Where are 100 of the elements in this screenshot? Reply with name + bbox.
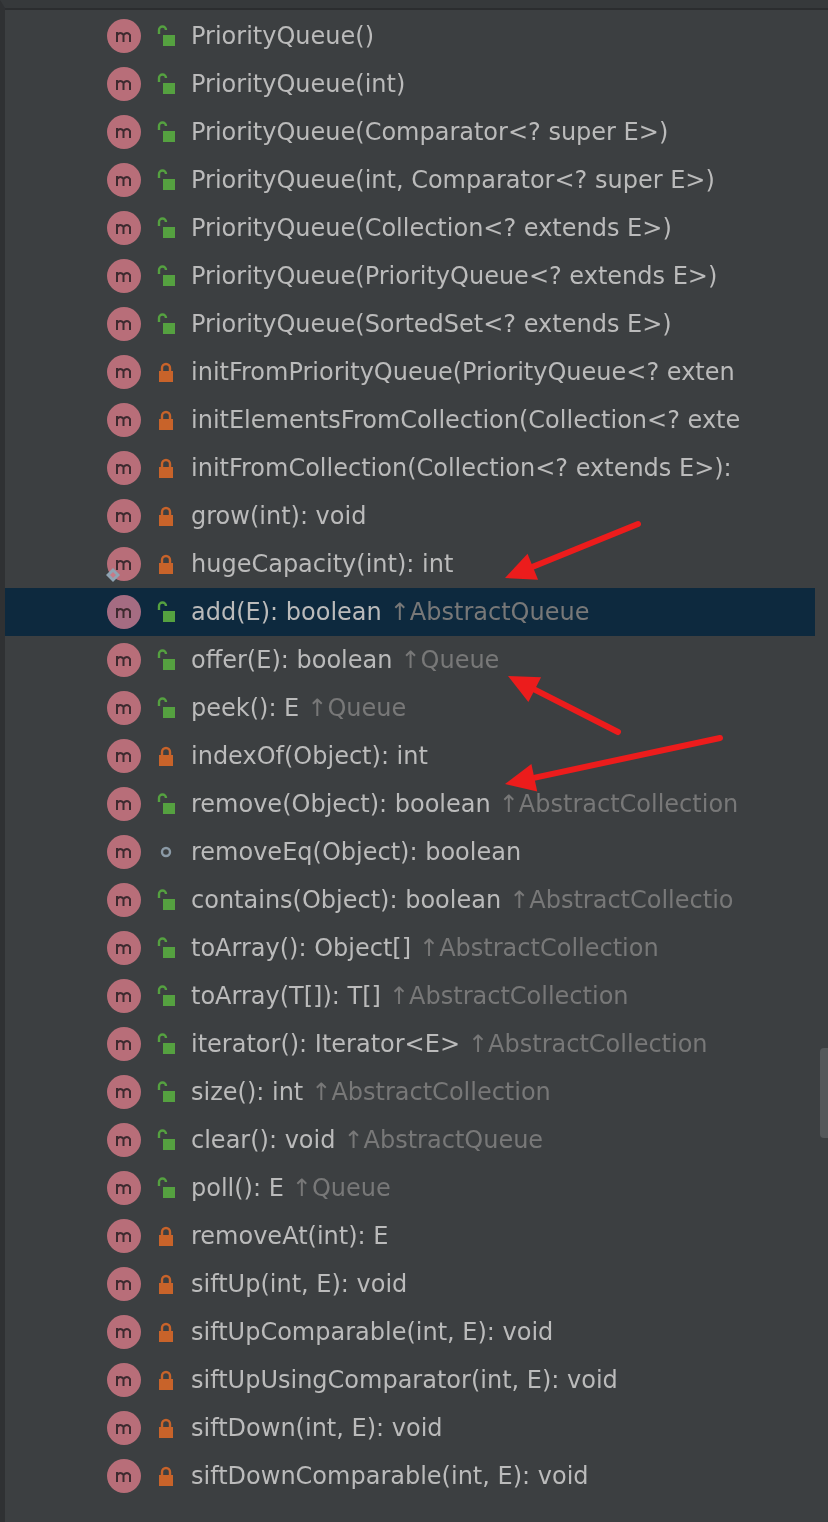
inherited-from: ↑AbstractCollection bbox=[311, 1078, 551, 1106]
member-row[interactable]: offer(E): boolean ↑Queue bbox=[5, 636, 815, 684]
member-row[interactable]: PriorityQueue(PriorityQueue<? extends E>) bbox=[5, 252, 815, 300]
method-signature: initFromPriorityQueue(PriorityQueue<? exten bbox=[191, 358, 735, 386]
inherited-from: ↑Queue bbox=[307, 694, 407, 722]
inherited-from: ↑AbstractQueue bbox=[343, 1126, 544, 1154]
method-icon bbox=[107, 1075, 141, 1109]
method-icon bbox=[107, 1123, 141, 1157]
member-row[interactable]: contains(Object): boolean ↑AbstractCollectio bbox=[5, 876, 815, 924]
method-signature: PriorityQueue(int) bbox=[191, 70, 406, 98]
method-signature: contains(Object): boolean bbox=[191, 886, 502, 914]
member-row[interactable]: PriorityQueue(int, Comparator<? super E>) bbox=[5, 156, 815, 204]
method-signature: siftDown(int, E): void bbox=[191, 1414, 443, 1442]
member-row[interactable]: add(E): boolean ↑AbstractQueue bbox=[5, 588, 815, 636]
method-icon bbox=[107, 115, 141, 149]
inherited-from: ↑AbstractCollection bbox=[468, 1030, 708, 1058]
member-row[interactable]: PriorityQueue(SortedSet<? extends E>) bbox=[5, 300, 815, 348]
method-icon bbox=[107, 1411, 141, 1445]
member-row[interactable]: grow(int): void bbox=[5, 492, 815, 540]
method-icon bbox=[107, 403, 141, 437]
method-icon bbox=[107, 67, 141, 101]
member-row[interactable]: siftDownComparable(int, E): void bbox=[5, 1452, 815, 1500]
member-row[interactable]: PriorityQueue() bbox=[5, 12, 815, 60]
inherited-from: ↑AbstractCollection bbox=[388, 982, 629, 1010]
method-signature: initFromCollection(Collection<? extends E>): bbox=[191, 454, 732, 482]
method-icon bbox=[107, 1267, 141, 1301]
method-icon bbox=[107, 19, 141, 53]
method-icon bbox=[107, 163, 141, 197]
method-signature: size(): int bbox=[191, 1078, 304, 1106]
member-row[interactable]: iterator(): Iterator<E> ↑AbstractCollection bbox=[5, 1020, 815, 1068]
method-icon bbox=[107, 739, 141, 773]
method-signature: remove(Object): boolean bbox=[191, 790, 491, 818]
method-icon bbox=[107, 1027, 141, 1061]
method-signature: siftUpComparable(int, E): void bbox=[191, 1318, 554, 1346]
method-signature: indexOf(Object): int bbox=[191, 742, 428, 770]
inherited-from: ↑AbstractCollectio bbox=[509, 886, 734, 914]
member-row[interactable]: removeAt(int): E bbox=[5, 1212, 815, 1260]
scrollbar-thumb[interactable] bbox=[820, 1048, 828, 1138]
method-icon bbox=[107, 1219, 141, 1253]
inherited-from: ↑AbstractCollection bbox=[419, 934, 659, 962]
member-row[interactable]: initElementsFromCollection(Collection<? exte bbox=[5, 396, 815, 444]
member-row[interactable]: indexOf(Object): int bbox=[5, 732, 815, 780]
method-signature: PriorityQueue(int, Comparator<? super E>) bbox=[191, 166, 715, 194]
member-row[interactable]: initFromPriorityQueue(PriorityQueue<? exten bbox=[5, 348, 815, 396]
member-row[interactable]: PriorityQueue(Comparator<? super E>) bbox=[5, 108, 815, 156]
method-icon bbox=[107, 1315, 141, 1349]
member-row[interactable]: PriorityQueue(Collection<? extends E>) bbox=[5, 204, 815, 252]
method-icon bbox=[107, 1171, 141, 1205]
inherited-from: ↑Queue bbox=[291, 1174, 391, 1202]
method-icon bbox=[107, 979, 141, 1013]
member-row[interactable]: clear(): void ↑AbstractQueue bbox=[5, 1116, 815, 1164]
method-icon bbox=[107, 259, 141, 293]
method-icon bbox=[107, 355, 141, 389]
inherited-from: ↑AbstractCollection bbox=[498, 790, 739, 818]
member-row[interactable]: siftUp(int, E): void bbox=[5, 1260, 815, 1308]
method-icon bbox=[107, 451, 141, 485]
method-signature: PriorityQueue(PriorityQueue<? extends E>) bbox=[191, 262, 718, 290]
member-row[interactable]: removeEq(Object): boolean bbox=[5, 828, 815, 876]
method-signature: toArray(T[]): T[] bbox=[191, 982, 381, 1010]
member-row[interactable]: toArray(T[]): T[] ↑AbstractCollection bbox=[5, 972, 815, 1020]
method-icon bbox=[107, 643, 141, 677]
inherited-from: ↑AbstractQueue bbox=[389, 598, 590, 626]
method-signature: iterator(): Iterator<E> bbox=[191, 1030, 460, 1058]
member-row[interactable]: toArray(): Object[] ↑AbstractCollection bbox=[5, 924, 815, 972]
method-signature: removeEq(Object): boolean bbox=[191, 838, 522, 866]
method-signature: add(E): boolean bbox=[191, 598, 382, 626]
method-icon bbox=[107, 547, 141, 581]
member-row[interactable]: peek(): E ↑Queue bbox=[5, 684, 815, 732]
method-signature: toArray(): Object[] bbox=[191, 934, 412, 962]
member-row[interactable]: remove(Object): boolean ↑AbstractCollection bbox=[5, 780, 815, 828]
method-signature: initElementsFromCollection(Collection<? exte bbox=[191, 406, 741, 434]
method-signature: siftDownComparable(int, E): void bbox=[191, 1462, 589, 1490]
method-signature: poll(): E bbox=[191, 1174, 284, 1202]
method-signature: PriorityQueue(Comparator<? super E>) bbox=[191, 118, 669, 146]
method-signature: removeAt(int): E bbox=[191, 1222, 389, 1250]
member-row[interactable]: hugeCapacity(int): int bbox=[5, 540, 815, 588]
method-signature: PriorityQueue() bbox=[191, 22, 374, 50]
method-signature: hugeCapacity(int): int bbox=[191, 550, 454, 578]
member-row[interactable]: PriorityQueue(int) bbox=[5, 60, 815, 108]
member-row[interactable]: siftUpComparable(int, E): void bbox=[5, 1308, 815, 1356]
method-signature: siftUp(int, E): void bbox=[191, 1270, 408, 1298]
method-signature: clear(): void bbox=[191, 1126, 336, 1154]
member-row[interactable]: siftDown(int, E): void bbox=[5, 1404, 815, 1452]
method-signature: peek(): E bbox=[191, 694, 300, 722]
method-icon bbox=[107, 595, 141, 629]
method-icon bbox=[107, 883, 141, 917]
method-icon bbox=[107, 307, 141, 341]
method-icon bbox=[107, 1363, 141, 1397]
method-signature: offer(E): boolean bbox=[191, 646, 393, 674]
member-row[interactable]: size(): int ↑AbstractCollection bbox=[5, 1068, 815, 1116]
method-signature: PriorityQueue(Collection<? extends E>) bbox=[191, 214, 672, 242]
method-icon bbox=[107, 931, 141, 965]
member-row[interactable]: poll(): E ↑Queue bbox=[5, 1164, 815, 1212]
member-row[interactable]: initFromCollection(Collection<? extends E>): bbox=[5, 444, 815, 492]
method-icon bbox=[107, 211, 141, 245]
method-signature: siftUpUsingComparator(int, E): void bbox=[191, 1366, 618, 1394]
method-icon bbox=[107, 499, 141, 533]
method-signature: grow(int): void bbox=[191, 502, 367, 530]
member-row[interactable]: siftUpUsingComparator(int, E): void bbox=[5, 1356, 815, 1404]
method-signature: PriorityQueue(SortedSet<? extends E>) bbox=[191, 310, 672, 338]
